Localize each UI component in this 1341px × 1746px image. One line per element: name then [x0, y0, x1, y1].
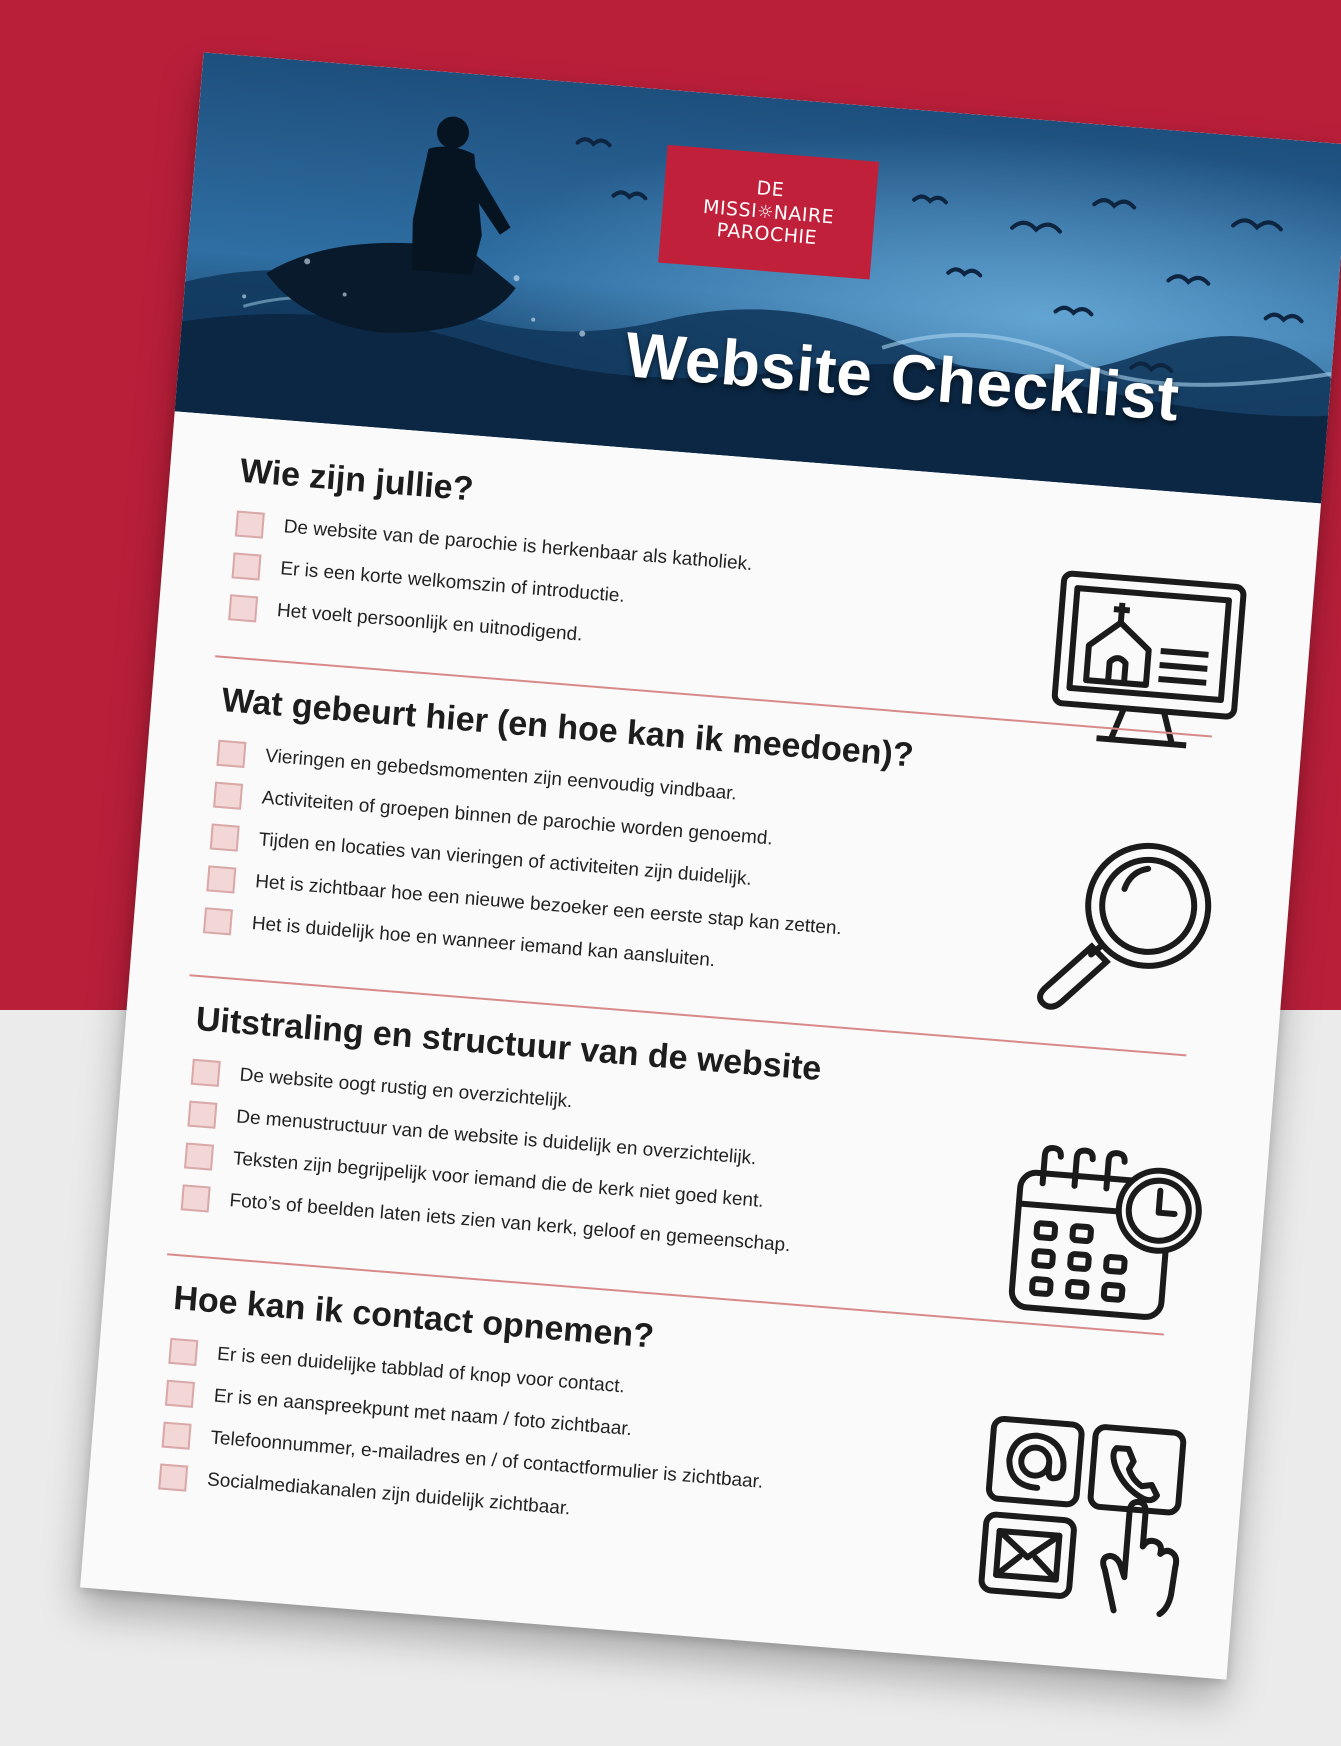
church-monitor-icon — [1040, 562, 1255, 767]
logo-line-1: DE — [755, 177, 786, 202]
checkbox[interactable] — [234, 510, 265, 539]
checkbox[interactable] — [180, 1184, 211, 1213]
checkbox[interactable] — [213, 781, 244, 810]
checklist-sheet: DE MISSI☼NAIRE PAROCHIE Website Checklis… — [80, 52, 1341, 1680]
checkbox[interactable] — [216, 739, 247, 768]
checkbox[interactable] — [206, 865, 237, 894]
checkbox[interactable] — [228, 594, 259, 623]
logo-line-2a: MISSI — [702, 195, 759, 223]
checkbox[interactable] — [161, 1421, 192, 1450]
sun-ring-icon: ☼ — [756, 201, 775, 224]
logo: DE MISSI☼NAIRE PAROCHIE — [658, 144, 879, 280]
checkbox[interactable] — [190, 1058, 221, 1087]
checkbox[interactable] — [184, 1142, 215, 1171]
checkbox[interactable] — [168, 1337, 199, 1367]
checkbox[interactable] — [231, 552, 262, 581]
checkbox[interactable] — [202, 907, 233, 936]
contact-icons — [972, 1410, 1197, 1618]
section-wat-gebeurt-hier: Wat gebeurt hier (en hoe kan ik meedoen)… — [202, 681, 1100, 1012]
section-contact: Hoe kan ik contact opnemen? Er is een du… — [158, 1279, 1053, 1568]
at-sign-icon — [985, 1415, 1085, 1508]
section-uitstraling: Uitstraling en structuur van de website … — [180, 1000, 1075, 1289]
checkbox[interactable] — [209, 823, 240, 852]
checkbox[interactable] — [187, 1100, 218, 1129]
magnifying-glass-icon — [1024, 822, 1239, 1027]
checkbox[interactable] — [158, 1463, 189, 1492]
checkbox[interactable] — [164, 1379, 195, 1408]
section-wie-zijn-jullie: Wie zijn jullie? De website van de paroc… — [228, 452, 1119, 699]
calendar-clock-icon — [999, 1131, 1214, 1336]
pointing-hand-icon — [1100, 1499, 1180, 1618]
